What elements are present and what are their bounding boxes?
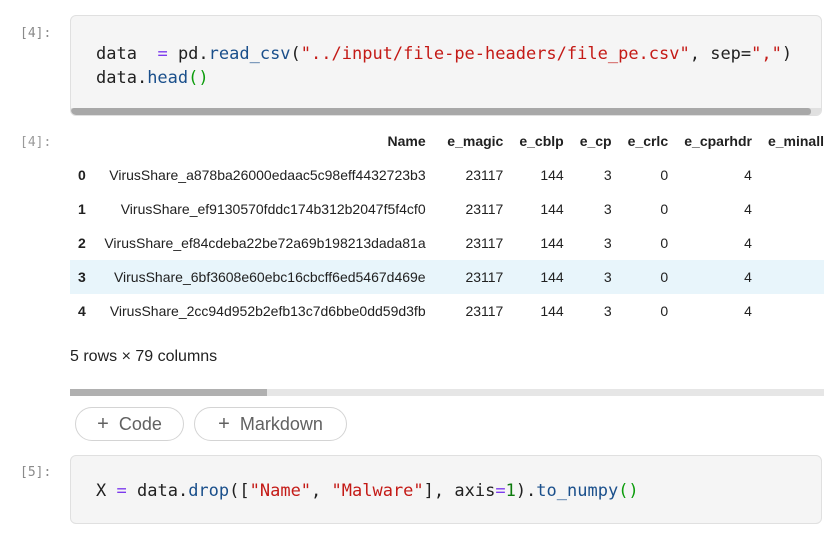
cell-e-cparhdr: 4 <box>744 235 752 251</box>
cell-e-magic: 23117 <box>465 235 504 251</box>
output-scrollbar-thumb[interactable] <box>70 389 267 396</box>
cell-name: VirusShare_ef9130570fddc174b312b2047f5f4… <box>120 201 426 217</box>
column-header-e-cblp: e_cblp <box>519 133 564 149</box>
cell-4-input-prompt: [4]: <box>20 26 52 41</box>
dataframe-output: Name e_magic e_cblp e_cp e_crlc e_cparhd… <box>70 124 824 324</box>
cell-name: VirusShare_6bf3608e60ebc16cbcff6ed5467d4… <box>113 269 426 285</box>
cell-e-cp: 3 <box>603 235 612 251</box>
cell-e-magic: 23117 <box>465 303 504 319</box>
cell-e-cblp: 144 <box>540 167 564 183</box>
cell-e-crlc: 0 <box>660 269 669 285</box>
cell-e-crlc: 0 <box>660 167 669 183</box>
cell-e-cparhdr: 4 <box>744 167 752 183</box>
cell-e-minall <box>768 226 824 260</box>
cell-name: VirusShare_a878ba26000edaac5c98eff443272… <box>109 167 426 183</box>
cell-e-magic: 23117 <box>465 201 504 217</box>
cell-e-cblp: 144 <box>540 269 564 285</box>
row-index: 0 <box>78 167 86 183</box>
cell-e-magic: 23117 <box>465 167 504 183</box>
table-row: 0 VirusShare_a878ba26000edaac5c98eff4432… <box>70 158 824 192</box>
cell-name: VirusShare_2cc94d952b2efb13c7d6bbe0dd59d… <box>109 303 426 319</box>
cell-e-cp: 3 <box>603 269 612 285</box>
cell-5-input-prompt: [5]: <box>20 465 52 480</box>
code-line-1: X = data.drop(["Name", "Malware"], axis=… <box>96 481 639 501</box>
cell-e-minall <box>768 158 824 192</box>
column-header-e-crlc: e_crlc <box>627 133 669 149</box>
table-row: 2 VirusShare_ef84cdeba22be72a69b198213da… <box>70 226 824 260</box>
row-index: 4 <box>78 303 86 319</box>
add-code-cell-button[interactable]: + Code <box>75 407 184 441</box>
row-index: 2 <box>78 235 86 251</box>
add-markdown-cell-button[interactable]: + Markdown <box>194 407 347 441</box>
cell-e-cparhdr: 4 <box>744 201 752 217</box>
table-header-row: Name e_magic e_cblp e_cp e_crlc e_cparhd… <box>70 124 824 158</box>
code-cell-scrollbar[interactable] <box>71 108 821 115</box>
output-scrollbar[interactable] <box>70 389 824 396</box>
column-header-e-cp: e_cp <box>579 133 612 149</box>
cell-e-minall <box>768 260 824 294</box>
cell-e-cp: 3 <box>603 303 612 319</box>
cell-e-crlc: 0 <box>660 201 669 217</box>
column-header-name: Name <box>387 133 426 149</box>
table-row: 1 VirusShare_ef9130570fddc174b312b2047f5… <box>70 192 824 226</box>
cell-e-cp: 3 <box>603 201 612 217</box>
add-code-label: Code <box>118 413 162 434</box>
add-markdown-label: Markdown <box>239 413 323 434</box>
cell-e-cparhdr: 4 <box>744 303 752 319</box>
dataframe-table: Name e_magic e_cblp e_cp e_crlc e_cparhd… <box>70 124 824 324</box>
code-line-2: data.head() <box>96 68 209 88</box>
column-header-e-minall: e_minall <box>767 133 824 149</box>
plus-icon: + <box>218 412 230 435</box>
cell-e-cp: 3 <box>603 167 612 183</box>
row-index: 1 <box>78 201 86 217</box>
cell-e-minall <box>768 294 824 324</box>
code-line-1: data = pd.read_csv("../input/file-pe-hea… <box>96 44 793 64</box>
table-row: 3 VirusShare_6bf3608e60ebc16cbcff6ed5467… <box>70 260 824 294</box>
plus-icon: + <box>97 412 109 435</box>
cell-e-cblp: 144 <box>540 235 564 251</box>
code-cell-4[interactable]: data = pd.read_csv("../input/file-pe-hea… <box>70 15 822 116</box>
index-header <box>70 124 94 158</box>
cell-e-crlc: 0 <box>660 235 669 251</box>
cell-e-minall <box>768 192 824 226</box>
cell-e-cparhdr: 4 <box>744 269 752 285</box>
cell-e-magic: 23117 <box>465 269 504 285</box>
cell-4-output-prompt: [4]: <box>20 135 52 150</box>
code-cell-5[interactable]: X = data.drop(["Name", "Malware"], axis=… <box>70 455 822 524</box>
dataframe-summary: 5 rows × 79 columns <box>70 348 218 365</box>
column-header-e-cparhdr: e_cparhdr <box>684 133 752 149</box>
cell-e-crlc: 0 <box>660 303 669 319</box>
column-header-e-magic: e_magic <box>447 133 504 149</box>
table-row: 4 VirusShare_2cc94d952b2efb13c7d6bbe0dd5… <box>70 294 824 324</box>
row-index: 3 <box>78 269 86 285</box>
cell-e-cblp: 144 <box>540 201 564 217</box>
cell-e-cblp: 144 <box>540 303 564 319</box>
cell-name: VirusShare_ef84cdeba22be72a69b198213dada… <box>104 235 426 251</box>
code-cell-scrollbar-thumb[interactable] <box>71 108 811 115</box>
